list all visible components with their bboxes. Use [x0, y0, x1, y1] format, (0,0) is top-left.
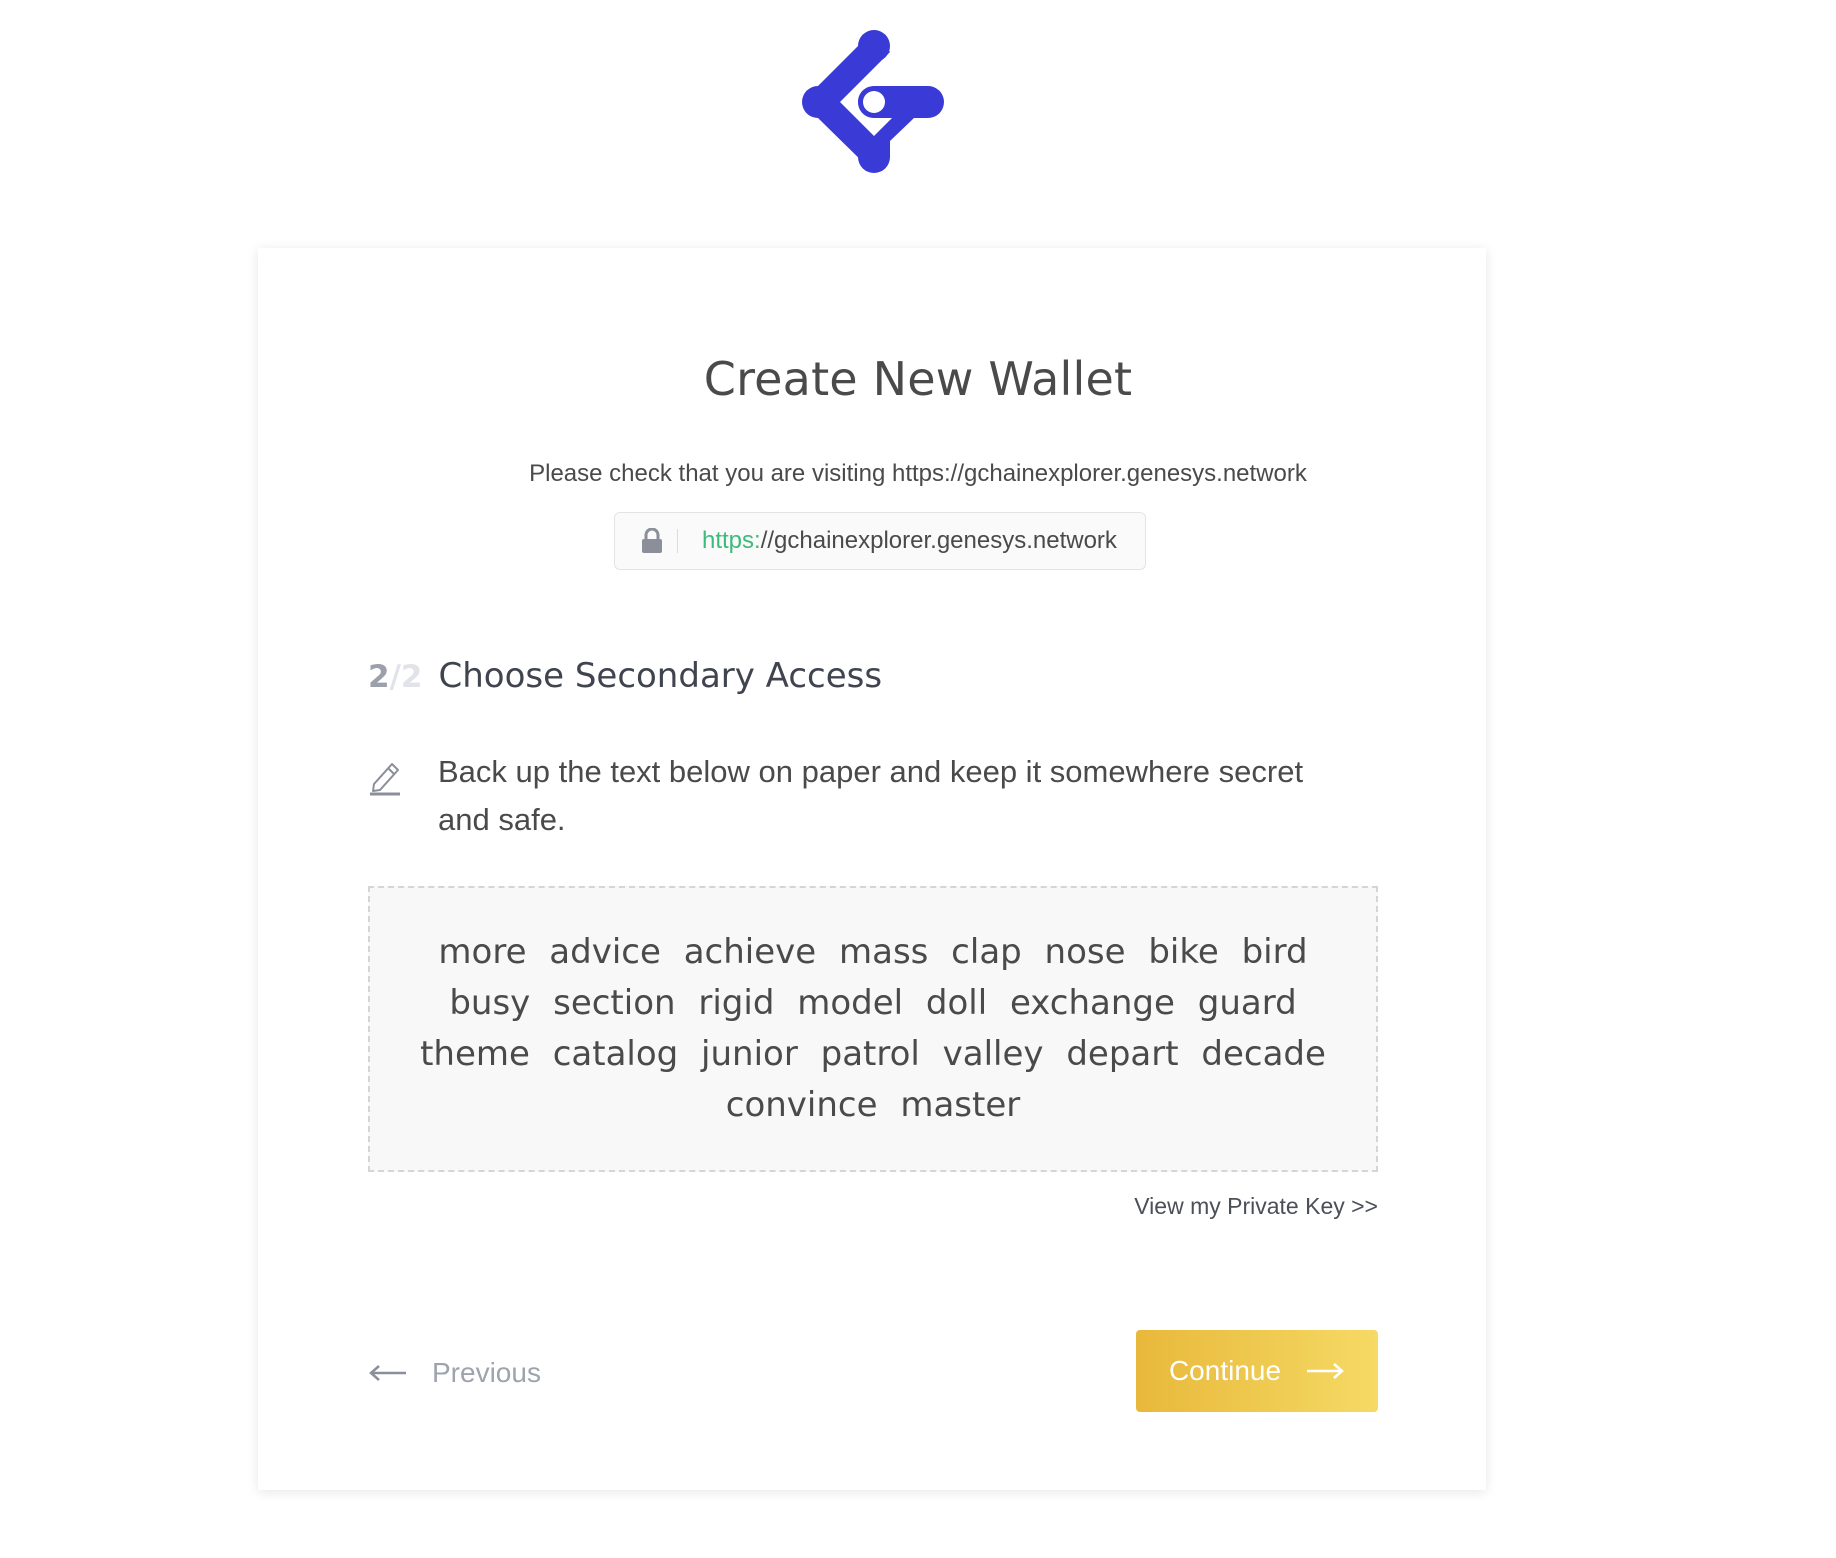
backup-instruction: Back up the text below on paper and keep…	[368, 748, 1348, 844]
page-title: Create New Wallet	[703, 352, 1133, 406]
mnemonic-phrase: more advice achieve mass clap nose bike …	[420, 932, 1326, 1125]
step-separator: /	[389, 659, 401, 695]
wallet-card	[258, 248, 1486, 1490]
step-heading: 2 / 2 Choose Secondary Access	[368, 656, 882, 696]
previous-label: Previous	[432, 1357, 541, 1388]
view-private-key-link[interactable]: View my Private Key >>	[1134, 1193, 1378, 1220]
genesys-logo-icon	[788, 16, 960, 188]
continue-label: Continue	[1168, 1355, 1282, 1386]
instruction-text: Back up the text below on paper and keep…	[438, 754, 1304, 837]
url-text: https://gchainexplorer.genesys.network	[702, 527, 1117, 555]
lock-icon	[635, 528, 669, 554]
url-host: //gchainexplorer.genesys.network	[760, 527, 1117, 554]
arrow-left-icon	[368, 1363, 408, 1383]
step-current: 2	[368, 659, 390, 695]
continue-button[interactable]: Continue	[1136, 1330, 1378, 1412]
mnemonic-phrase-box: more advice achieve mass clap nose bike …	[368, 886, 1378, 1172]
url-check-notice: Please check that you are visiting https…	[529, 460, 1307, 487]
arrow-right-icon	[1305, 1361, 1345, 1381]
url-protocol: https:	[702, 527, 761, 554]
page-root: Create New Wallet Please check that you …	[0, 0, 1836, 1558]
pencil-icon	[368, 756, 402, 796]
url-divider	[677, 529, 678, 553]
step-title: Choose Secondary Access	[438, 656, 883, 696]
previous-button[interactable]: Previous	[368, 1348, 541, 1398]
step-total: 2	[400, 659, 423, 695]
url-verification-bar: https://gchainexplorer.genesys.network	[614, 512, 1146, 570]
